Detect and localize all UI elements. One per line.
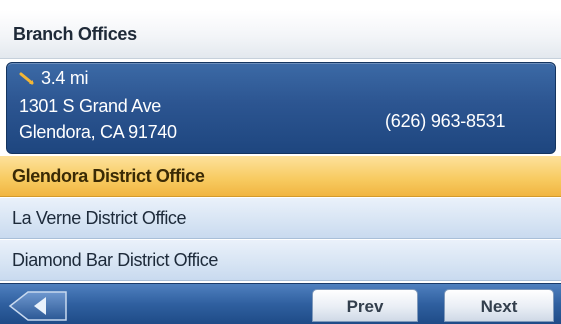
page-title: Branch Offices	[13, 24, 137, 44]
list-item-diamond-bar[interactable]: Diamond Bar District Office	[0, 240, 561, 281]
phone-number[interactable]: (626) 963-8531	[385, 111, 505, 132]
back-arrow-icon[interactable]	[6, 290, 68, 322]
footer-bar: Prev Next	[0, 283, 561, 324]
screen: Branch Offices 3.4 mi 1301 S Grand Ave G…	[0, 0, 561, 324]
list-item-label: La Verne District Office	[12, 208, 187, 228]
route-arrow-icon	[19, 72, 34, 85]
distance-label: 3.4 mi	[41, 68, 89, 88]
list-item-glendora[interactable]: Glendora District Office	[0, 156, 561, 197]
address-line-2: Glendora, CA 91740	[19, 122, 177, 142]
prev-button-label: Prev	[346, 297, 384, 316]
office-details-card[interactable]: 3.4 mi 1301 S Grand Ave Glendora, CA 917…	[6, 62, 556, 154]
header: Branch Offices	[0, 10, 561, 59]
address-line-1: 1301 S Grand Ave	[19, 96, 161, 116]
prev-button[interactable]: Prev	[312, 289, 418, 322]
list-item-label: Glendora District Office	[12, 166, 205, 186]
next-button-label: Next	[480, 297, 518, 316]
list-item-label: Diamond Bar District Office	[12, 250, 218, 270]
next-button[interactable]: Next	[444, 289, 554, 322]
list-item-la-verne[interactable]: La Verne District Office	[0, 198, 561, 239]
